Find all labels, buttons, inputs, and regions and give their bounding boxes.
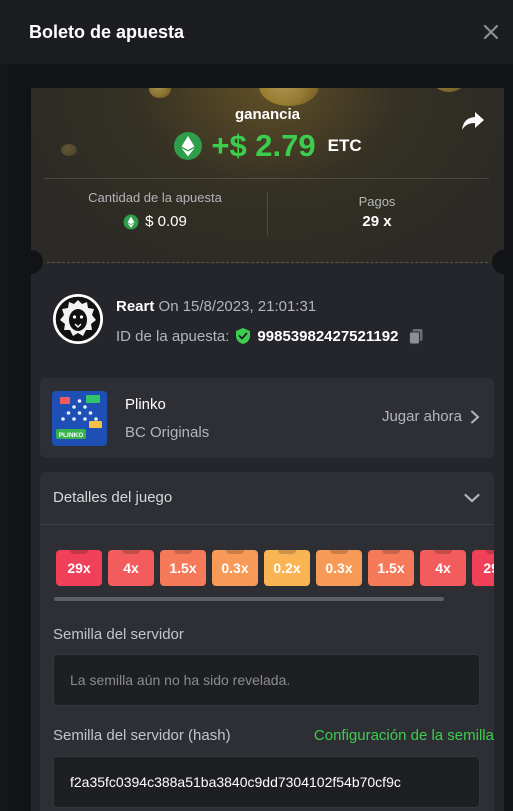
etc-coin-icon <box>174 132 203 160</box>
bet-amount-value-row: $ 0.09 <box>45 213 265 230</box>
multiplier-chip: 29x <box>56 550 102 586</box>
win-label: ganancia <box>234 106 301 123</box>
win-currency: ETC <box>327 136 362 155</box>
decor-coin <box>259 88 319 106</box>
lion-avatar-icon <box>54 295 102 343</box>
multiplier-scrollbar[interactable] <box>54 597 444 601</box>
play-now-button[interactable]: Jugar ahora <box>382 408 480 425</box>
server-seed-hash-label: Semilla del servidor (hash) <box>53 727 231 744</box>
game-details-panel: Detalles del juego 29x 4x 1.5x 0.3x 0.2x 0.3x… <box>40 472 494 811</box>
multiplier-chip: 4x <box>420 550 466 586</box>
multiplier-chip: 0.3x <box>212 550 258 586</box>
server-seed-field[interactable]: La semilla aún no ha sido revelada. <box>53 654 480 706</box>
multiplier-row[interactable]: 29x4x1.5x0.3x0.2x0.3x1.5x4x29x <box>56 550 494 590</box>
game-thumbnail: PLINKO <box>52 391 107 446</box>
bet-user-info: Reart On 15/8/2023, 21:01:31 <box>116 298 316 315</box>
hero-divider <box>44 178 489 179</box>
ticket-perforation <box>47 262 488 263</box>
payout-label: Pagos <box>358 194 396 209</box>
copy-icon <box>409 329 423 345</box>
multiplier-chip: 1.5x <box>368 550 414 586</box>
share-icon <box>462 112 484 130</box>
bet-id-row: ID de la apuesta: 99853982427521192 <box>116 327 425 345</box>
game-provider: BC Originals <box>125 424 210 441</box>
game-name: Plinko <box>125 396 166 413</box>
thumb-label: PLINKO <box>59 432 84 439</box>
multiplier-chip: 29x <box>472 550 494 586</box>
left-backdrop-strip <box>0 64 8 811</box>
win-amount: +$ 2.79 <box>211 128 316 163</box>
bet-amount-value: $ 0.09 <box>145 213 187 230</box>
modal-title: Boleto de apuesta <box>29 21 185 42</box>
seed-settings-link[interactable]: Configuración de la semilla <box>314 727 494 744</box>
bet-date: On 15/8/2023, 21:01:31 <box>158 298 317 315</box>
bet-amount-label: Cantidad de la apuesta <box>88 190 222 205</box>
decor-coin <box>431 88 467 92</box>
decor-coin <box>149 88 171 98</box>
game-card[interactable]: PLINKO Plinko BC Originals Jugar ahora <box>40 378 494 458</box>
collapse-button[interactable] <box>462 488 482 508</box>
chevron-down-icon <box>464 493 480 503</box>
play-now-label: Jugar ahora <box>381 408 462 425</box>
close-icon <box>483 24 499 40</box>
win-hero: ganancia +$ 2.79 ETC Cantidad de la apue… <box>31 88 504 264</box>
copy-button[interactable] <box>407 327 425 345</box>
multiplier-chip: 0.2x <box>264 550 310 586</box>
payout-value: 29 x <box>362 213 392 230</box>
bet-user-row: Reart On 15/8/2023, 21:01:31 ID de la ap… <box>53 294 493 350</box>
game-details-header[interactable]: Detalles del juego <box>53 489 172 506</box>
details-divider <box>40 524 494 525</box>
share-button[interactable] <box>460 108 486 134</box>
bet-id-value: 99853982427521192 <box>257 327 399 345</box>
win-amount-row: +$ 2.79 ETC <box>31 128 504 164</box>
user-name[interactable]: Reart <box>116 298 154 315</box>
plinko-thumbnail-icon: PLINKO <box>52 391 107 446</box>
shield-check-icon <box>236 328 251 344</box>
server-seed-label: Semilla del servidor <box>53 626 184 643</box>
multiplier-chip: 1.5x <box>160 550 206 586</box>
ticket-notch-right <box>492 250 504 274</box>
payout-stat: Pagos 29 x <box>267 190 487 230</box>
close-button[interactable] <box>477 18 505 46</box>
modal-header: Boleto de apuesta <box>0 0 513 64</box>
bet-amount-stat: Cantidad de la apuesta $ 0.09 <box>45 190 265 230</box>
bet-id-label: ID de la apuesta: <box>116 327 230 345</box>
multiplier-chip: 4x <box>108 550 154 586</box>
multiplier-chip: 0.3x <box>316 550 362 586</box>
etc-coin-icon <box>123 214 139 229</box>
bet-ticket: ganancia +$ 2.79 ETC Cantidad de la apue… <box>31 88 504 811</box>
bet-ticket-modal: Boleto de apuesta ganancia +$ 2.79 ETC C… <box>0 0 513 811</box>
avatar[interactable] <box>53 294 103 344</box>
chevron-right-icon <box>471 410 480 423</box>
server-seed-hash-field[interactable]: f2a35fc0394c388a51ba3840c9dd7304102f54b7… <box>53 756 480 808</box>
